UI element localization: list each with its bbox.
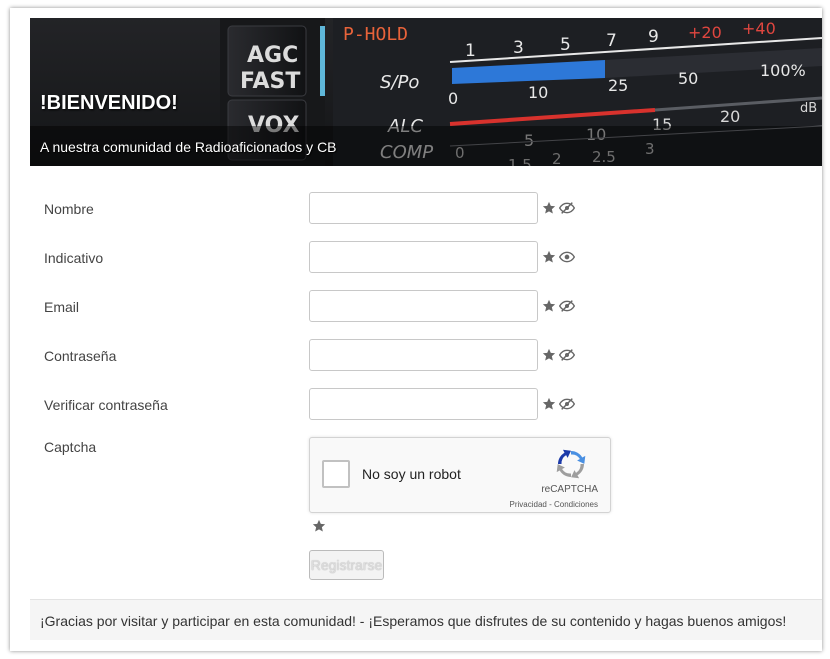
recaptcha-logo-icon	[556, 449, 586, 479]
eye-icon[interactable]	[559, 251, 575, 263]
required-star-icon	[542, 201, 556, 214]
recaptcha-links[interactable]: Privacidad - Condiciones	[310, 500, 599, 509]
field-label: Email	[44, 299, 80, 315]
required-star-icon	[312, 519, 326, 532]
field-label: Verificar contraseña	[44, 397, 168, 413]
form-row-nombre: Nombre	[10, 192, 822, 226]
banner-photo-label: AGC	[247, 43, 298, 68]
banner-caption-text: A nuestra comunidad de Radioaficionados …	[40, 139, 337, 155]
form-row-verificar: Verificar contraseña	[10, 388, 822, 422]
required-star-icon	[542, 299, 556, 312]
banner-photo-label: 10	[528, 83, 548, 102]
nombre-input[interactable]	[309, 192, 538, 224]
recaptcha-text: No soy un robot	[362, 466, 461, 482]
recaptcha-widget: No soy un robot reCAPTCHA Privacidad - C…	[309, 437, 611, 513]
required-star-icon	[542, 250, 556, 263]
required-star-icon	[542, 397, 556, 410]
banner-photo-label: 9	[648, 27, 659, 47]
footer-message: ¡Gracias por visitar y participar en est…	[30, 599, 822, 640]
captcha-label: Captcha	[44, 439, 97, 455]
banner-photo-label: +40	[742, 19, 776, 38]
banner-photo-label: 7	[606, 31, 617, 51]
form-row-indicativo: Indicativo	[10, 241, 822, 275]
password-input[interactable]	[309, 339, 538, 371]
banner-photo-label: P-HOLD	[343, 24, 408, 45]
banner-photo-label: FAST	[240, 69, 300, 94]
registration-page: AGC FAST VOX P-HOLD 1 3 5 7 9 +20 +40 S/…	[10, 8, 822, 651]
banner-photo-label: 3	[513, 38, 524, 58]
email-input[interactable]	[309, 290, 538, 322]
field-label: Contraseña	[44, 348, 117, 364]
field-label: Nombre	[44, 201, 94, 217]
form-row-email: Email	[10, 290, 822, 324]
indicativo-input[interactable]	[309, 241, 538, 273]
banner-photo-label: 0	[448, 89, 458, 108]
eye-slash-icon[interactable]	[559, 349, 575, 361]
welcome-banner: AGC FAST VOX P-HOLD 1 3 5 7 9 +20 +40 S/…	[30, 18, 822, 166]
banner-caption: A nuestra comunidad de Radioaficionados …	[30, 126, 822, 166]
required-star-icon	[542, 348, 556, 361]
register-button[interactable]: Registrarse	[309, 550, 384, 580]
banner-photo-label: dB	[800, 101, 817, 116]
eye-slash-icon[interactable]	[559, 398, 575, 410]
verify-password-input[interactable]	[309, 388, 538, 420]
banner-title: !BIENVENIDO!	[40, 92, 178, 114]
banner-photo-label: 100%	[760, 61, 806, 80]
banner-photo-label: +20	[688, 23, 722, 42]
banner-photo-label: 50	[678, 69, 698, 88]
banner-photo-label: 20	[720, 107, 740, 126]
banner-photo-label: 1	[465, 41, 476, 61]
banner-photo-label: 5	[560, 35, 571, 55]
banner-photo-label: 25	[608, 76, 628, 95]
eye-slash-icon[interactable]	[559, 202, 575, 214]
banner-photo-label: S/Po	[380, 72, 419, 93]
recaptcha-brand: reCAPTCHA	[541, 484, 598, 495]
eye-slash-icon[interactable]	[559, 300, 575, 312]
field-label: Indicativo	[44, 250, 104, 266]
footer-text: ¡Gracias por visitar y participar en est…	[40, 613, 787, 629]
form-row-contrasena: Contraseña	[10, 339, 822, 373]
